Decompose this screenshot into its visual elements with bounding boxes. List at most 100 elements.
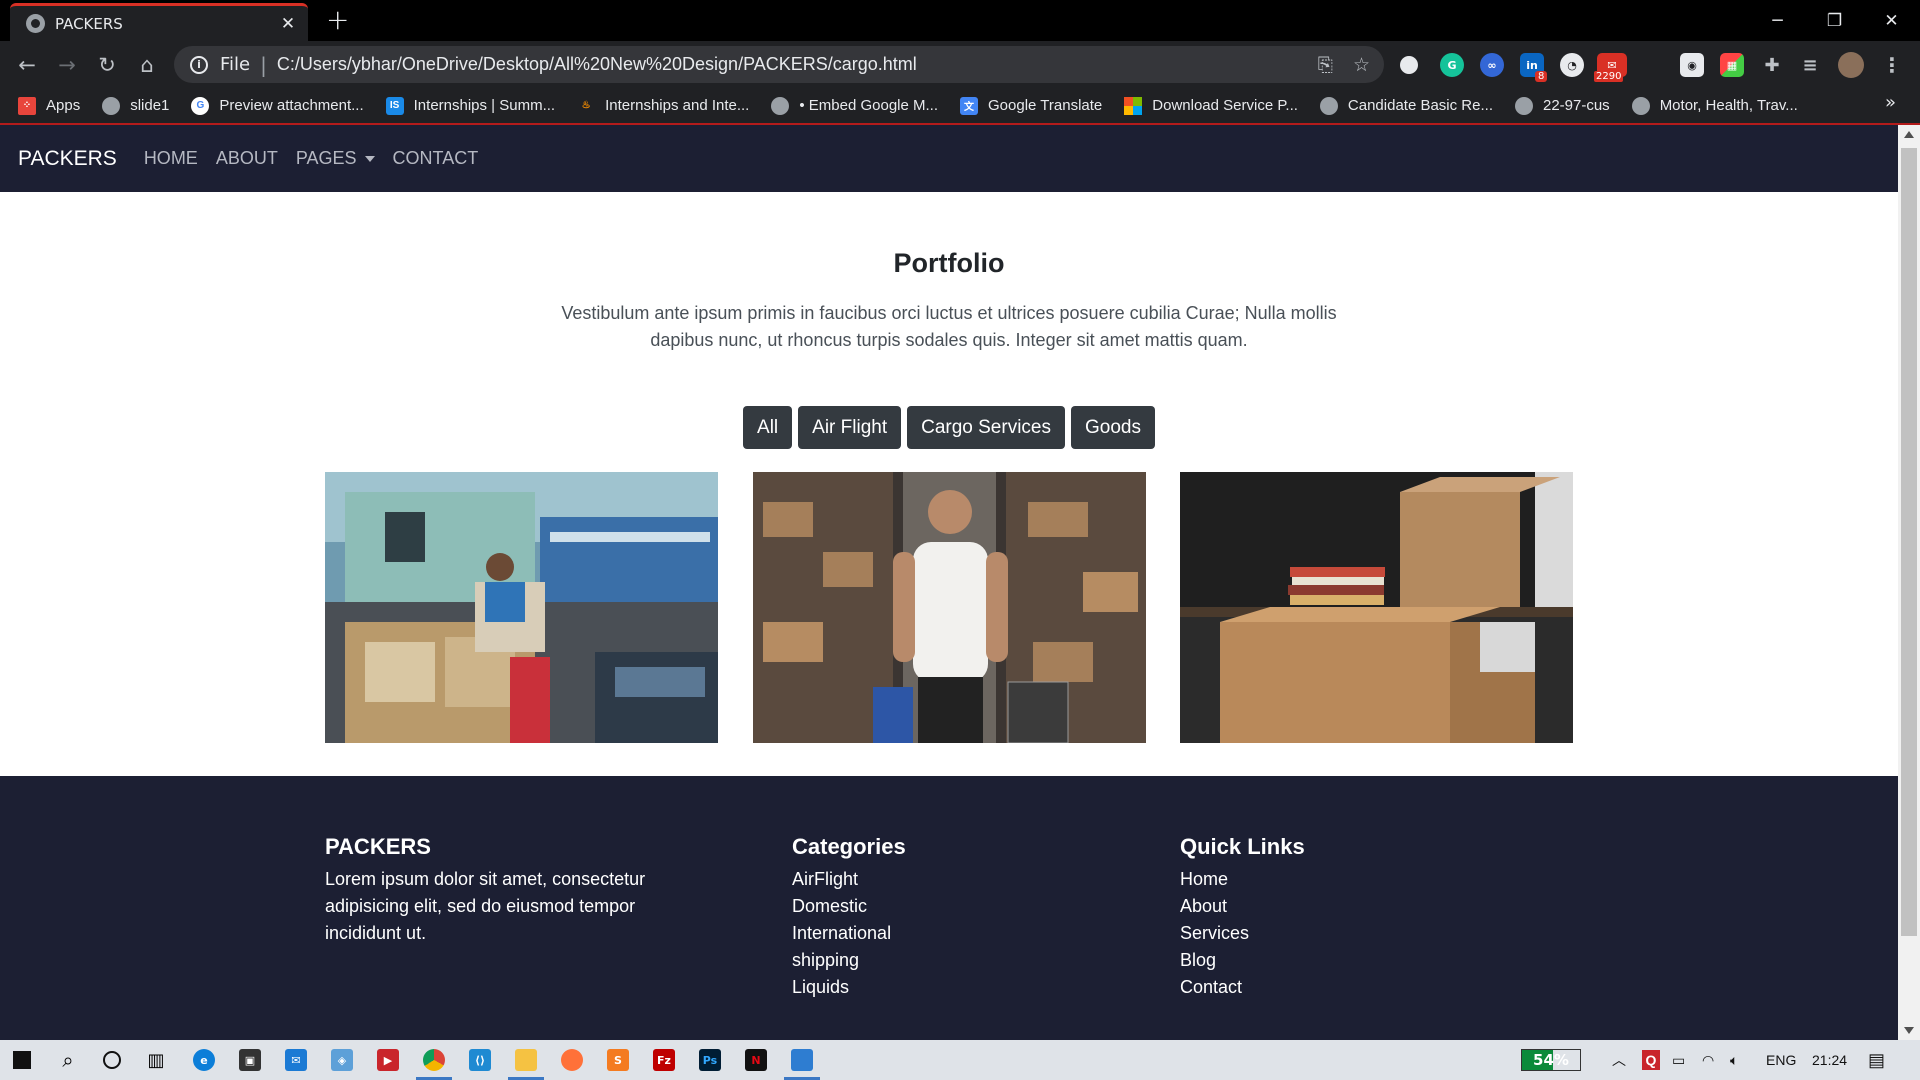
- bookmark-label: Preview attachment...: [219, 97, 364, 114]
- filter-air-flight-button[interactable]: Air Flight: [798, 406, 902, 449]
- footer-link-services[interactable]: Services: [1180, 920, 1305, 947]
- files-app-icon[interactable]: ◈: [320, 1040, 364, 1080]
- new-tab-button[interactable]: +: [326, 6, 349, 34]
- scroll-thumb[interactable]: [1901, 148, 1917, 936]
- sublime-icon[interactable]: S: [596, 1040, 640, 1080]
- camera-icon[interactable]: ◉: [1680, 53, 1704, 77]
- browser-tab-active[interactable]: PACKERS ✕: [10, 3, 308, 41]
- app-red-icon[interactable]: ▶: [366, 1040, 410, 1080]
- firefox-icon[interactable]: [550, 1040, 594, 1080]
- footer-category-link[interactable]: AirFlight: [792, 866, 906, 893]
- bookmark-item[interactable]: Motor, Health, Trav...: [1631, 96, 1798, 115]
- translate-icon: 文: [960, 96, 979, 115]
- profile-avatar[interactable]: [1838, 52, 1864, 78]
- windows-icon: [1124, 96, 1143, 115]
- start-button[interactable]: [0, 1040, 44, 1080]
- bookmark-item[interactable]: IS Internships | Summ...: [385, 96, 555, 115]
- battery-icon[interactable]: ▭: [1672, 1040, 1685, 1080]
- bookmark-item[interactable]: Candidate Basic Re...: [1319, 96, 1493, 115]
- nav-pages-dropdown[interactable]: PAGES: [296, 148, 375, 169]
- scroll-down-icon[interactable]: [1904, 1027, 1914, 1034]
- store-icon[interactable]: ▣: [228, 1040, 272, 1080]
- filter-goods-button[interactable]: Goods: [1071, 406, 1155, 449]
- extensions-puzzle-icon[interactable]: ✚: [1760, 53, 1784, 77]
- filter-cargo-services-button[interactable]: Cargo Services: [907, 406, 1065, 449]
- cortana-icon[interactable]: [90, 1040, 134, 1080]
- language-indicator[interactable]: ENG: [1766, 1040, 1796, 1080]
- menu-kebab-icon[interactable]: ⋮: [1880, 53, 1904, 77]
- search-icon[interactable]: ⌕: [46, 1040, 90, 1080]
- address-bar[interactable]: i File | C:/Users/ybhar/OneDrive/Desktop…: [174, 46, 1384, 83]
- home-icon[interactable]: ⌂: [132, 50, 162, 80]
- globe-icon: [1631, 96, 1650, 115]
- footer-about-title: PACKERS: [325, 834, 431, 859]
- bookmark-item[interactable]: slide1: [102, 96, 169, 115]
- chrome-taskbar-icon[interactable]: [412, 1040, 456, 1080]
- footer-category-link[interactable]: Domestic: [792, 893, 906, 920]
- page-scrollbar[interactable]: [1898, 125, 1920, 1040]
- bookmark-apps[interactable]: ⁘ Apps: [18, 96, 80, 115]
- extension-color-icon[interactable]: ▦: [1720, 53, 1744, 77]
- footer-link-home[interactable]: Home: [1180, 866, 1305, 893]
- notifications-icon[interactable]: ▤: [1868, 1040, 1885, 1080]
- media-queue-icon[interactable]: ≡: [1798, 53, 1822, 77]
- extension-circle-icon[interactable]: [1400, 56, 1418, 74]
- bookmark-item[interactable]: • Embed Google M...: [771, 96, 938, 115]
- bookmark-item[interactable]: 22-97-cus: [1514, 96, 1610, 115]
- edge-icon[interactable]: e: [182, 1040, 226, 1080]
- filezilla-icon[interactable]: Fz: [642, 1040, 686, 1080]
- wifi-icon[interactable]: ◠: [1702, 1040, 1714, 1080]
- info-icon[interactable]: i: [190, 55, 208, 74]
- mail-app-icon[interactable]: ✉: [274, 1040, 318, 1080]
- close-window-icon[interactable]: ✕: [1863, 0, 1920, 41]
- restore-icon[interactable]: ❐: [1806, 0, 1863, 41]
- extension-sync-icon[interactable]: ∞: [1480, 53, 1504, 77]
- bookmark-item[interactable]: 文 Google Translate: [960, 96, 1102, 115]
- reload-icon[interactable]: ↻: [92, 50, 122, 80]
- translate-icon[interactable]: ⎘: [1318, 54, 1333, 76]
- filter-all-button[interactable]: All: [743, 406, 793, 449]
- url-text[interactable]: C:/Users/ybhar/OneDrive/Desktop/All%20Ne…: [277, 54, 1298, 75]
- forward-icon[interactable]: →: [52, 50, 82, 80]
- netflix-icon[interactable]: N: [734, 1040, 778, 1080]
- footer-category-link[interactable]: Liquids: [792, 974, 906, 1001]
- tab-close-icon[interactable]: ✕: [278, 14, 298, 34]
- footer-category-link[interactable]: shipping: [792, 947, 906, 974]
- battery-meter[interactable]: 54%: [1521, 1049, 1581, 1071]
- portfolio-image-warehouse-man[interactable]: [753, 472, 1146, 743]
- grammarly-icon[interactable]: G: [1440, 53, 1464, 77]
- photos-app-icon[interactable]: [780, 1040, 824, 1080]
- more-bookmarks-icon[interactable]: »: [1885, 92, 1896, 113]
- site-brand[interactable]: PACKERS: [18, 147, 117, 171]
- back-icon[interactable]: ←: [12, 50, 42, 80]
- bookmark-item[interactable]: ♨ Internships and Inte...: [577, 97, 750, 115]
- tray-overflow-icon[interactable]: ︿: [1612, 1040, 1626, 1080]
- bookmark-item[interactable]: G Preview attachment...: [191, 96, 364, 115]
- footer-quick-links: Quick Links Home About Services Blog Con…: [1180, 834, 1305, 1001]
- file-explorer-icon[interactable]: [504, 1040, 548, 1080]
- volume-icon[interactable]: 🔈︎: [1730, 1040, 1738, 1080]
- minimize-icon[interactable]: ─: [1749, 0, 1806, 41]
- footer-category-link[interactable]: International: [792, 920, 906, 947]
- bookmark-label: Internships and Inte...: [605, 97, 750, 114]
- task-view-icon[interactable]: ▥: [134, 1040, 178, 1080]
- portfolio-description: Vestibulum ante ipsum primis in faucibus…: [561, 303, 1337, 350]
- photoshop-icon[interactable]: Ps: [688, 1040, 732, 1080]
- clock-time[interactable]: 21:24: [1812, 1040, 1847, 1080]
- portfolio-image-loading-truck[interactable]: [325, 472, 718, 743]
- nav-about[interactable]: ABOUT: [216, 148, 278, 169]
- footer-link-about[interactable]: About: [1180, 893, 1305, 920]
- scroll-up-icon[interactable]: [1904, 131, 1914, 138]
- nav-home[interactable]: HOME: [144, 148, 198, 169]
- tray-red-app-icon[interactable]: Q: [1642, 1040, 1660, 1080]
- bookmark-star-icon[interactable]: ☆: [1353, 54, 1370, 76]
- nav-contact[interactable]: CONTACT: [393, 148, 479, 169]
- vscode-icon[interactable]: ⟨⟩: [458, 1040, 502, 1080]
- portfolio-image-boxes[interactable]: [1180, 472, 1573, 743]
- bookmark-item[interactable]: Download Service P...: [1124, 96, 1298, 115]
- footer-link-blog[interactable]: Blog: [1180, 947, 1305, 974]
- footer-link-contact[interactable]: Contact: [1180, 974, 1305, 1001]
- battery-percent: 54%: [1533, 1051, 1569, 1069]
- gauge-icon[interactable]: ◔: [1560, 53, 1584, 77]
- tab-strip: PACKERS ✕ + ─ ❐ ✕: [0, 0, 1920, 41]
